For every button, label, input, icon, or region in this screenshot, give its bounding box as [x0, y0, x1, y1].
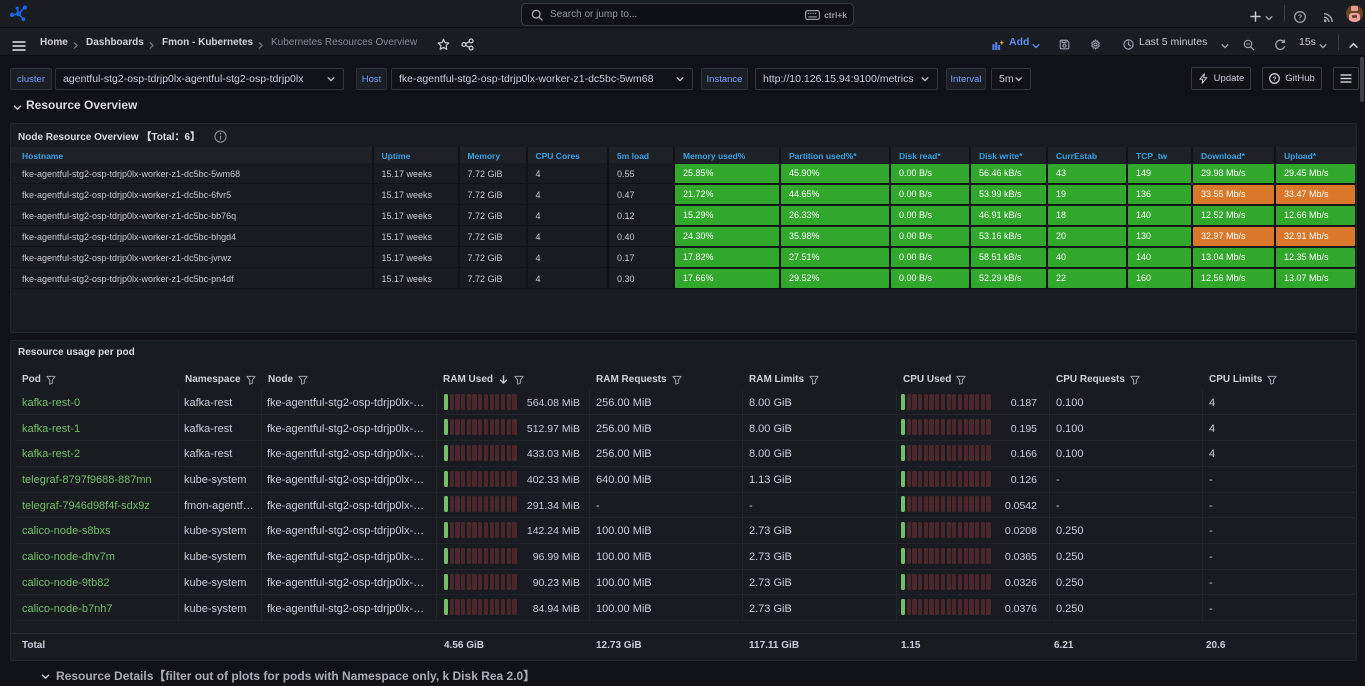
svg-text:?: ? — [1298, 12, 1303, 21]
svg-text:?: ? — [1273, 76, 1277, 83]
